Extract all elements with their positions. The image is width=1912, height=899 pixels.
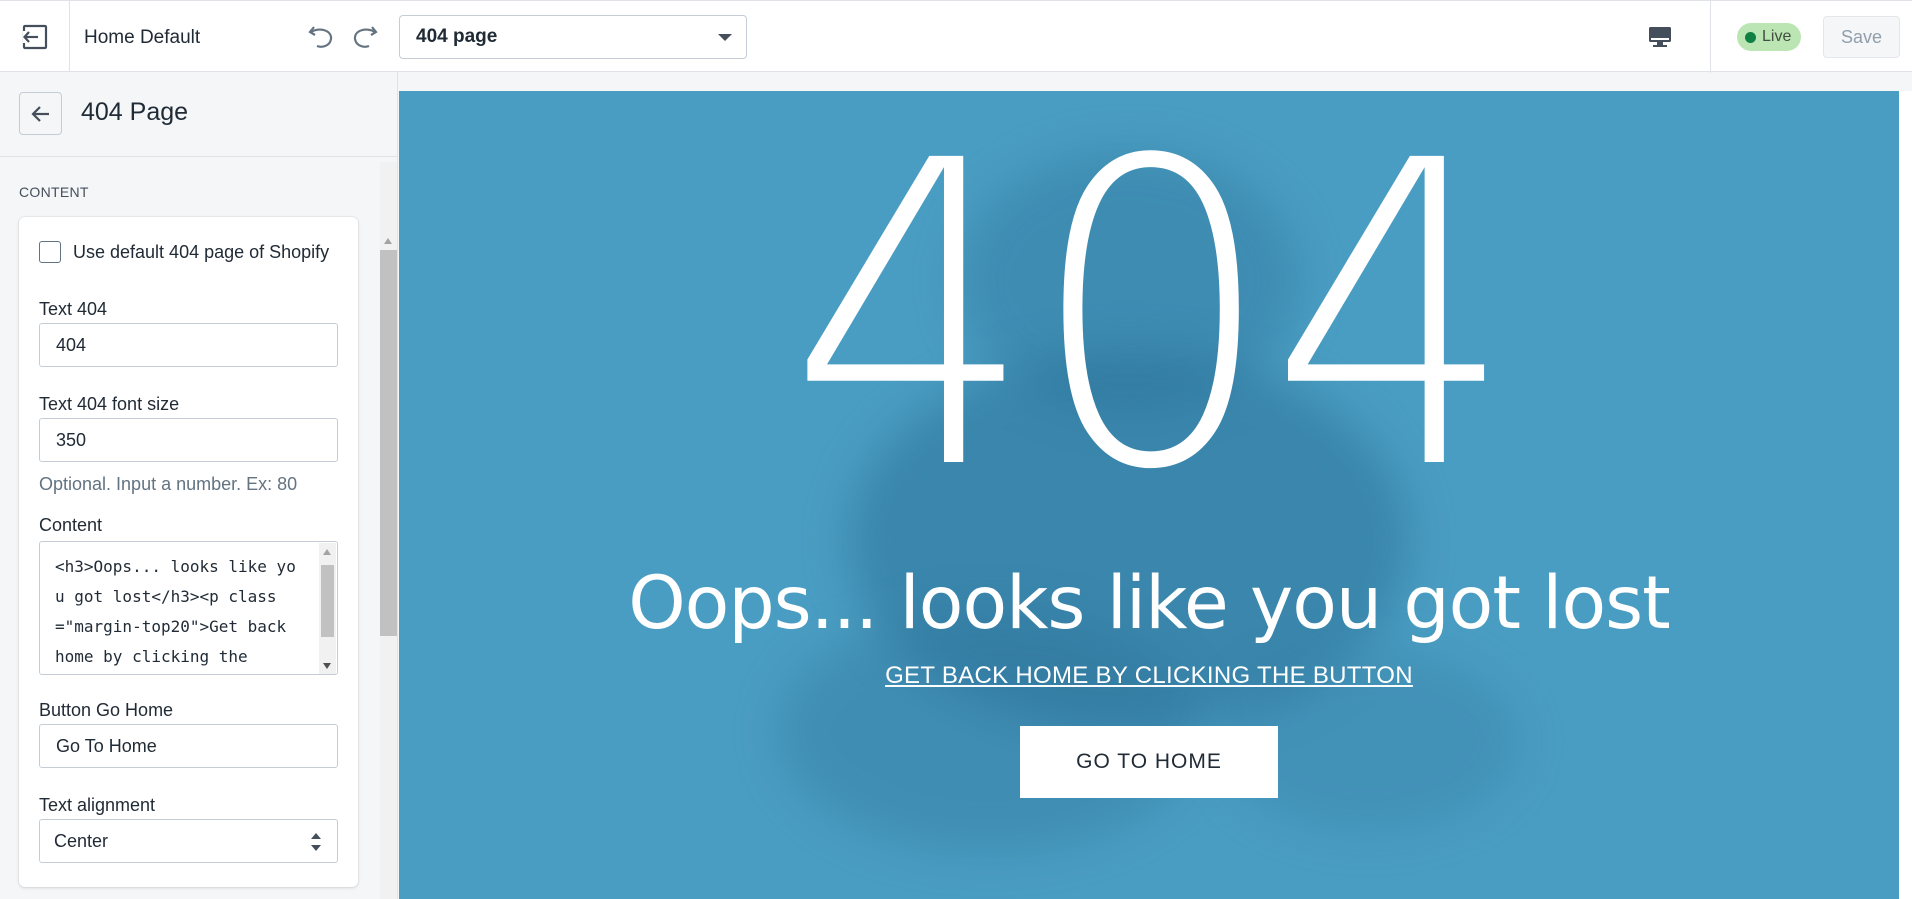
text404-value: 404 bbox=[56, 334, 87, 355]
sidebar-scroll-thumb[interactable] bbox=[380, 250, 397, 636]
settings-card: Use default 404 page of Shopify Text 404… bbox=[19, 217, 358, 887]
chevron-down-icon bbox=[718, 34, 732, 41]
redo-button[interactable] bbox=[348, 19, 382, 53]
back-button[interactable] bbox=[19, 92, 62, 135]
go-to-home-button[interactable]: GO TO HOME bbox=[1020, 726, 1278, 798]
use-default-label: Use default 404 page of Shopify bbox=[73, 241, 330, 262]
alignment-value: Center bbox=[54, 830, 109, 851]
live-status-badge: Live bbox=[1737, 23, 1802, 51]
top-bar: Home Default 404 page Live Save bbox=[0, 0, 1912, 73]
scroll-down-icon[interactable] bbox=[323, 663, 331, 669]
button-go-home-value: Go To Home bbox=[56, 735, 157, 756]
sidebar-header: 404 Page bbox=[0, 72, 398, 157]
desktop-icon bbox=[1649, 27, 1671, 47]
save-button[interactable]: Save bbox=[1823, 16, 1900, 58]
button-go-home-input[interactable]: Go To Home bbox=[39, 724, 338, 768]
undo-button[interactable] bbox=[304, 19, 338, 53]
sidebar-scrollbar[interactable] bbox=[380, 162, 397, 899]
error-code-text: 404 bbox=[788, 91, 1515, 562]
live-label: Live bbox=[1762, 28, 1792, 45]
arrow-left-icon bbox=[30, 105, 49, 122]
redo-icon bbox=[353, 26, 378, 48]
textarea-scroll-thumb[interactable] bbox=[321, 565, 334, 637]
fontsize-input[interactable]: 350 bbox=[39, 418, 338, 462]
theme-name: Home Default bbox=[84, 27, 201, 48]
exit-editor-button[interactable] bbox=[0, 1, 70, 73]
fontsize-value: 350 bbox=[56, 429, 87, 450]
page-select-value: 404 page bbox=[416, 26, 498, 47]
content-label: Content bbox=[39, 515, 103, 535]
text404-input[interactable]: 404 bbox=[39, 323, 338, 367]
alignment-select[interactable]: Center bbox=[39, 819, 338, 863]
content-textarea-value: <h3>Oops... looks like you got lost</h3>… bbox=[55, 557, 296, 666]
topbar-divider bbox=[1710, 1, 1711, 73]
alignment-label: Text alignment bbox=[39, 795, 156, 815]
text404-label: Text 404 bbox=[39, 299, 108, 319]
desktop-view-button[interactable] bbox=[1640, 19, 1680, 55]
preview-edge bbox=[1899, 91, 1912, 899]
fontsize-help-text: Optional. Input a number. Ex: 80 bbox=[39, 474, 298, 494]
fontsize-label: Text 404 font size bbox=[39, 394, 180, 414]
use-default-row[interactable]: Use default 404 page of Shopify bbox=[39, 241, 329, 263]
select-arrows-icon bbox=[311, 833, 321, 851]
content-textarea[interactable]: <h3>Oops... looks like you got lost</h3>… bbox=[39, 541, 338, 675]
error-headline: Oops... looks like you got lost bbox=[628, 561, 1671, 646]
textarea-scrollbar[interactable] bbox=[319, 543, 336, 674]
use-default-checkbox[interactable] bbox=[39, 241, 61, 263]
settings-sidebar: 404 Page CONTENT Use default 404 page of… bbox=[0, 72, 398, 899]
scroll-up-icon[interactable] bbox=[384, 238, 392, 244]
section-label-content: CONTENT bbox=[19, 184, 89, 200]
button-go-home-label: Button Go Home bbox=[39, 700, 174, 720]
page-select[interactable]: 404 page bbox=[399, 15, 747, 59]
get-back-home-link[interactable]: GET BACK HOME BY CLICKING THE BUTTON bbox=[399, 662, 1899, 690]
scroll-up-icon[interactable] bbox=[323, 549, 331, 555]
sidebar-title: 404 Page bbox=[81, 98, 189, 126]
exit-icon bbox=[22, 24, 47, 50]
live-dot-icon bbox=[1745, 31, 1756, 43]
page-preview: 404 Oops... looks like you got lost GET … bbox=[399, 91, 1899, 899]
undo-icon bbox=[308, 26, 333, 48]
